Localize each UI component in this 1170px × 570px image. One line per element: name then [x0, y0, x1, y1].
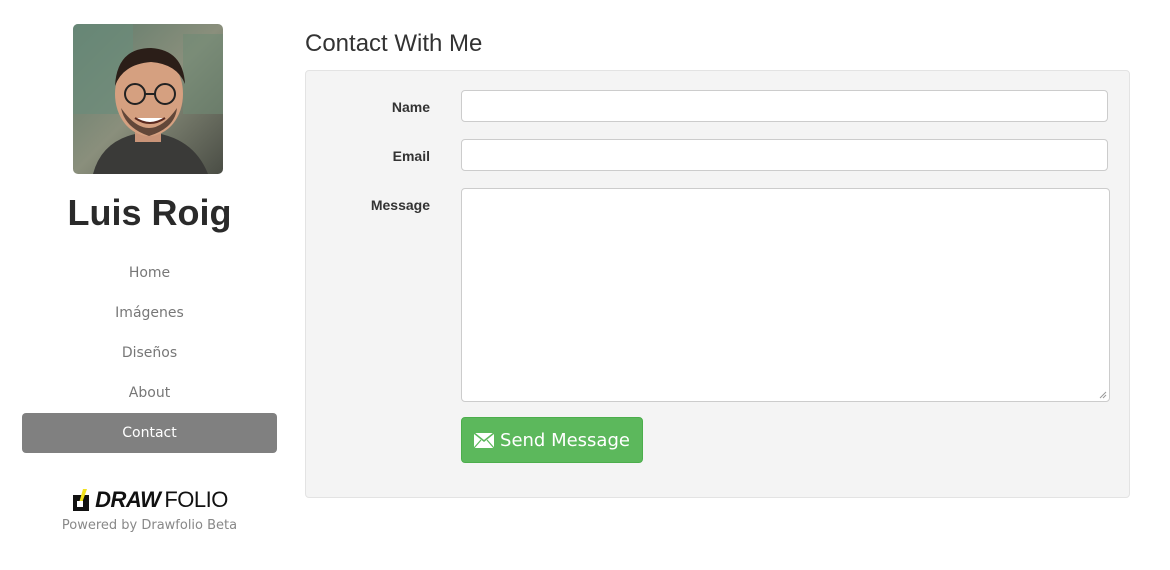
- powered-by-text: Powered by Drawfolio Beta: [61, 518, 238, 533]
- avatar: [73, 24, 223, 174]
- nav-item-about[interactable]: About: [22, 373, 277, 413]
- sidebar-nav: Home Imágenes Diseños About Contact: [22, 253, 277, 453]
- contact-form: Name Email Message Send Message: [305, 70, 1130, 498]
- nav-item-home[interactable]: Home: [22, 253, 277, 293]
- nav-item-disenos[interactable]: Diseños: [22, 333, 277, 373]
- message-textarea[interactable]: [461, 188, 1110, 402]
- email-label: Email: [392, 148, 430, 164]
- name-input[interactable]: [461, 90, 1108, 122]
- drawfolio-logo-icon: [73, 489, 90, 511]
- nav-item-contact[interactable]: Contact: [22, 413, 277, 453]
- drawfolio-brand: DRAW FOLIO Powered by Drawfolio Beta: [22, 486, 277, 533]
- brand-folio-text: FOLIO: [164, 487, 228, 512]
- email-input[interactable]: [461, 139, 1108, 171]
- message-label: Message: [370, 197, 430, 213]
- send-button-label: Send Message: [500, 429, 630, 451]
- site-name: Luis Roig: [67, 192, 232, 233]
- brand-draw-text: DRAW: [95, 487, 161, 512]
- envelope-icon: [474, 432, 495, 448]
- page-title: Contact With Me: [305, 30, 483, 57]
- send-message-button[interactable]: Send Message: [461, 417, 643, 463]
- nav-item-imagenes[interactable]: Imágenes: [22, 293, 277, 333]
- drawfolio-logo[interactable]: DRAW FOLIO: [71, 486, 228, 514]
- name-label: Name: [391, 99, 430, 115]
- resize-grip-icon[interactable]: [1099, 391, 1107, 399]
